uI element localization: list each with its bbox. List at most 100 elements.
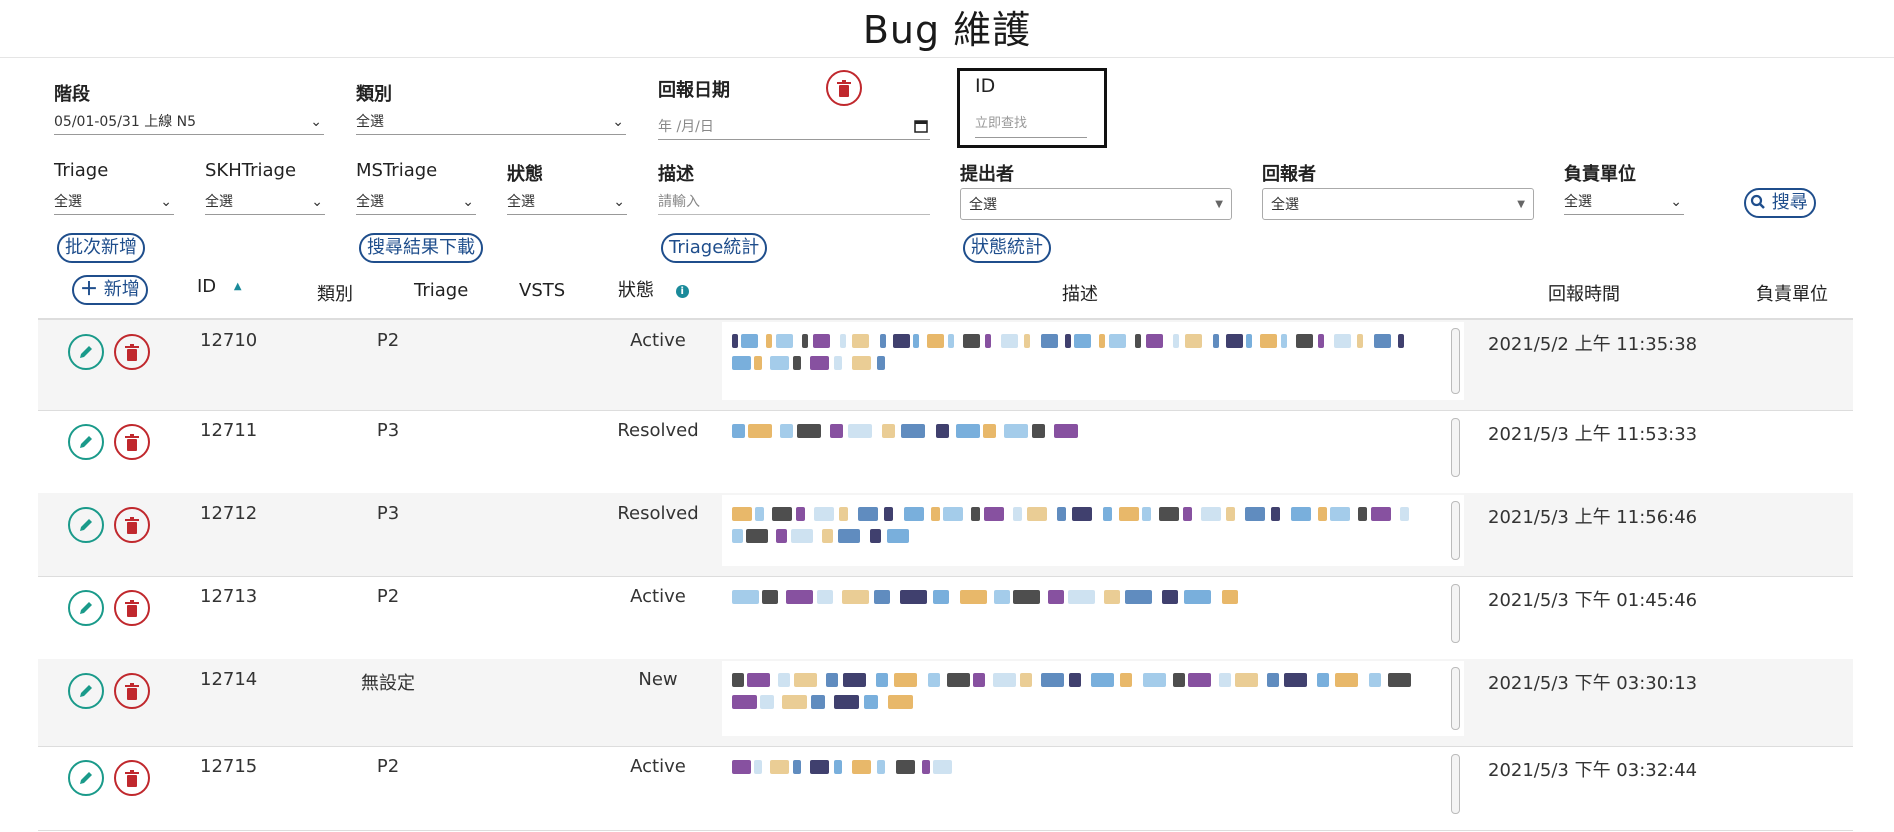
redacted-text (834, 760, 842, 774)
pencil-icon (80, 519, 92, 531)
table-row: 12711 P3 Resolved 2021/5/3 上午 11:53:33 (38, 410, 1853, 494)
batch-add-button[interactable]: 批次新增 (57, 233, 145, 263)
cell-status: Active (630, 586, 686, 607)
redacted-text (922, 760, 930, 774)
redacted-text (796, 507, 805, 521)
triage-select-value: 全選 (54, 194, 82, 210)
description-textarea[interactable] (722, 578, 1464, 649)
status-stats-button[interactable]: 狀態統計 (963, 233, 1051, 263)
th-category[interactable]: 類別 (317, 280, 353, 306)
pencil-icon (80, 602, 92, 614)
th-report-time[interactable]: 回報時間 (1548, 280, 1620, 306)
th-triage[interactable]: Triage (414, 280, 468, 301)
download-results-button[interactable]: 搜尋結果下載 (359, 233, 483, 263)
search-icon (1750, 192, 1766, 218)
search-button[interactable]: 搜尋 (1744, 188, 1816, 218)
scrollbar[interactable] (1451, 418, 1460, 477)
th-vsts[interactable]: VSTS (519, 280, 565, 301)
redacted-text (1335, 673, 1358, 687)
redacted-text (1068, 590, 1095, 604)
report-date-input[interactable]: 年 /月/日 (658, 115, 930, 140)
description-textarea[interactable] (722, 748, 1464, 820)
owner-unit-select[interactable]: 全選 ⌄ (1564, 190, 1684, 215)
redacted-text (984, 507, 1004, 521)
edit-button[interactable] (68, 334, 104, 370)
edit-button[interactable] (68, 507, 104, 543)
redacted-text (1271, 507, 1280, 521)
table-row: 12713 P2 Active 2021/5/3 下午 01:45:46 (38, 576, 1853, 660)
delete-button[interactable] (114, 590, 150, 626)
calendar-icon[interactable] (914, 117, 928, 141)
description-textarea[interactable] (722, 661, 1464, 736)
redacted-text (732, 760, 751, 774)
scrollbar[interactable] (1451, 328, 1460, 394)
description-textarea[interactable] (722, 412, 1464, 483)
redacted-text (894, 673, 917, 687)
scrollbar[interactable] (1451, 584, 1460, 643)
redacted-text (1245, 507, 1265, 521)
triage-stats-button[interactable]: Triage統計 (661, 233, 768, 263)
stage-select[interactable]: 05/01-05/31 上線 N5 ⌄ (54, 110, 324, 135)
scrollbar[interactable] (1451, 754, 1460, 814)
edit-button[interactable] (68, 673, 104, 709)
scrollbar[interactable] (1451, 667, 1460, 730)
edit-button[interactable] (68, 760, 104, 796)
cell-triage: P2 (376, 586, 400, 607)
redacted-text (960, 590, 987, 604)
redacted-text (797, 424, 821, 438)
redacted-text (840, 334, 846, 348)
delete-button[interactable] (114, 424, 150, 460)
cell-report-time: 2021/5/3 下午 03:32:44 (1488, 760, 1698, 781)
description-placeholder: 請輸入 (658, 194, 700, 210)
info-icon[interactable]: i (675, 285, 689, 298)
trash-icon (125, 434, 139, 451)
redacted-text (1222, 590, 1238, 604)
th-id[interactable]: ID ▲ (197, 276, 242, 297)
redacted-text (1213, 334, 1219, 348)
redacted-text (813, 334, 830, 348)
th-owner-unit[interactable]: 負責單位 (1756, 280, 1828, 306)
cell-status: New (638, 669, 678, 690)
description-textarea[interactable] (722, 322, 1464, 400)
cell-id: 12715 (200, 756, 258, 777)
delete-button[interactable] (114, 760, 150, 796)
scrollbar[interactable] (1451, 501, 1460, 560)
submitter-select-value: 全選 (969, 197, 997, 213)
description-textarea[interactable] (722, 495, 1464, 566)
triage-select[interactable]: 全選 ⌄ (54, 190, 174, 215)
th-description[interactable]: 描述 (1062, 280, 1098, 306)
reporter-select[interactable]: 全選 ▼ (1262, 188, 1534, 220)
add-button[interactable]: ＋ 新增 (72, 275, 148, 305)
redacted-text (1162, 590, 1178, 604)
header-divider (0, 57, 1894, 58)
redacted-text (887, 529, 909, 543)
redacted-text (1142, 507, 1151, 521)
description-label: 描述 (658, 164, 694, 185)
redacted-text (814, 507, 834, 521)
redacted-text (1146, 334, 1163, 348)
delete-button[interactable] (114, 507, 150, 543)
pencil-icon (80, 772, 92, 784)
redacted-text (1260, 334, 1277, 348)
delete-button[interactable] (114, 334, 150, 370)
delete-button[interactable] (114, 673, 150, 709)
description-input[interactable]: 請輸入 (658, 190, 930, 215)
status-select[interactable]: 全選 ⌄ (507, 190, 627, 215)
submitter-select[interactable]: 全選 ▼ (960, 188, 1232, 220)
redacted-text (963, 334, 980, 348)
edit-button[interactable] (68, 424, 104, 460)
th-status[interactable]: 狀態 i (618, 276, 689, 302)
cell-report-time: 2021/5/3 上午 11:53:33 (1488, 424, 1698, 445)
edit-button[interactable] (68, 590, 104, 626)
id-search-input[interactable]: 立即查找 (975, 111, 1087, 138)
redacted-text (896, 760, 915, 774)
redacted-text (852, 760, 871, 774)
category-select[interactable]: 全選 ⌄ (356, 110, 626, 135)
reporter-select-value: 全選 (1271, 197, 1299, 213)
redacted-text (1032, 424, 1045, 438)
ms-triage-select[interactable]: 全選 ⌄ (356, 190, 476, 215)
clear-date-button[interactable] (826, 70, 862, 106)
skh-triage-select[interactable]: 全選 ⌄ (205, 190, 325, 215)
redacted-text (900, 590, 927, 604)
redacted-text (1398, 334, 1404, 348)
